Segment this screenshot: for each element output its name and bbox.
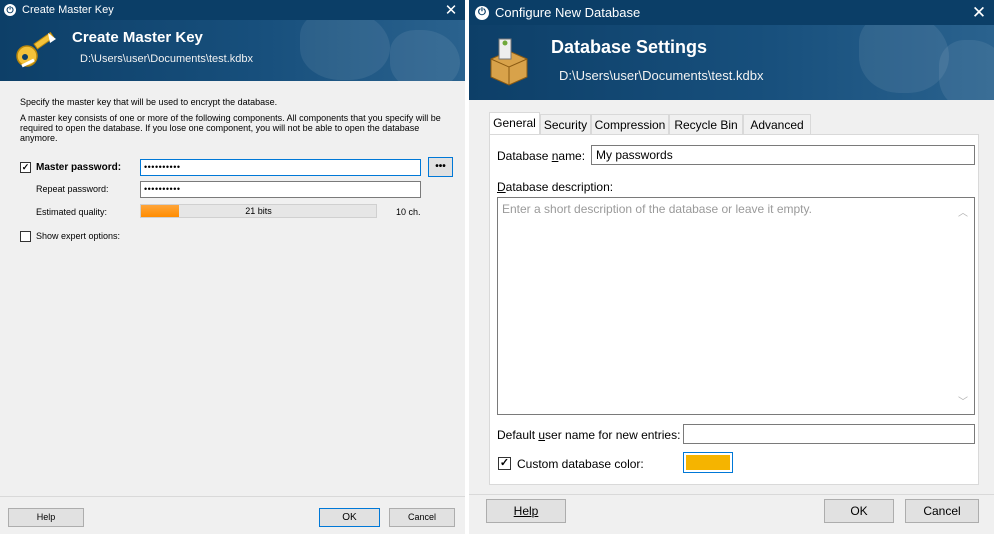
header-title: Database Settings [551, 37, 708, 57]
master-password-input[interactable]: •••••••••• [140, 159, 421, 176]
header-banner: Database Settings D:\Users\user\Document… [469, 25, 994, 100]
tab-recycle-bin[interactable]: Recycle Bin [669, 114, 743, 135]
intro-text: Specify the master key that will be used… [20, 97, 278, 107]
quality-chars: 10 ch. [396, 207, 421, 217]
database-icon [487, 37, 531, 92]
cancel-button[interactable]: Cancel [389, 508, 455, 527]
create-master-key-window: ⏻ Create Master Key ✕ Create Master Key … [0, 0, 465, 534]
title-bar: ⏻ Configure New Database ✕ [469, 0, 994, 25]
header-banner: Create Master Key D:\Users\user\Document… [0, 20, 465, 81]
database-name-label: Database name: [497, 149, 586, 163]
database-name-input[interactable]: My passwords [591, 145, 975, 165]
tab-strip: General Security Compression Recycle Bin… [489, 112, 979, 135]
show-expert-label: Show expert options: [36, 231, 121, 241]
default-user-label: Default user name for new entries: [497, 428, 681, 442]
database-description-label: Database description: [497, 180, 614, 194]
scroll-down-icon[interactable]: ﹀ [958, 393, 968, 408]
database-description-textarea[interactable]: Enter a short description of the databas… [497, 197, 975, 415]
keepass-lock-icon: ⏻ [475, 5, 489, 20]
ok-button[interactable]: OK [319, 508, 380, 527]
repeat-password-label: Repeat password: [36, 184, 109, 194]
description-text: A master key consists of one or more of … [20, 113, 441, 143]
footer-separator [0, 496, 465, 497]
keepass-lock-icon: ⏻ [4, 4, 16, 16]
window-title: Create Master Key [22, 4, 114, 16]
master-password-checkbox[interactable]: ✓ [20, 162, 31, 173]
custom-color-button[interactable] [683, 452, 733, 473]
description-placeholder: Enter a short description of the databas… [502, 202, 812, 216]
quality-bar: 21 bits [140, 204, 377, 218]
title-bar: ⏻ Create Master Key ✕ [0, 0, 465, 20]
close-icon[interactable]: ✕ [964, 3, 994, 23]
quality-label: Estimated quality: [36, 207, 108, 217]
scroll-up-icon[interactable]: ︿ [958, 204, 968, 219]
help-button[interactable]: Help [8, 508, 84, 527]
tab-compression[interactable]: Compression [591, 114, 669, 135]
custom-color-label: Custom database color: [517, 457, 644, 471]
tab-advanced[interactable]: Advanced [743, 114, 811, 135]
show-expert-checkbox[interactable] [20, 231, 31, 242]
header-path: D:\Users\user\Documents\test.kdbx [559, 68, 764, 83]
repeat-password-input[interactable]: •••••••••• [140, 181, 421, 198]
ok-button[interactable]: OK [824, 499, 894, 523]
key-icon [14, 30, 58, 77]
configure-database-window: ⏻ Configure New Database ✕ Database Sett… [469, 0, 994, 534]
header-title: Create Master Key [72, 29, 203, 46]
master-password-label: Master password: [36, 162, 122, 173]
footer-separator [469, 494, 994, 495]
default-user-input[interactable] [683, 424, 975, 444]
tab-general[interactable]: General [489, 112, 540, 135]
close-icon[interactable]: ✕ [437, 1, 465, 19]
quality-bits: 21 bits [245, 206, 272, 216]
cancel-button[interactable]: Cancel [905, 499, 979, 523]
tab-security[interactable]: Security [540, 114, 591, 135]
reveal-password-button[interactable]: ••• [428, 157, 453, 177]
custom-color-checkbox[interactable]: ✓ [498, 457, 511, 470]
window-title: Configure New Database [495, 5, 641, 20]
color-swatch-fill [686, 455, 730, 470]
header-path: D:\Users\user\Documents\test.kdbx [80, 53, 254, 65]
help-button[interactable]: Help [486, 499, 566, 523]
